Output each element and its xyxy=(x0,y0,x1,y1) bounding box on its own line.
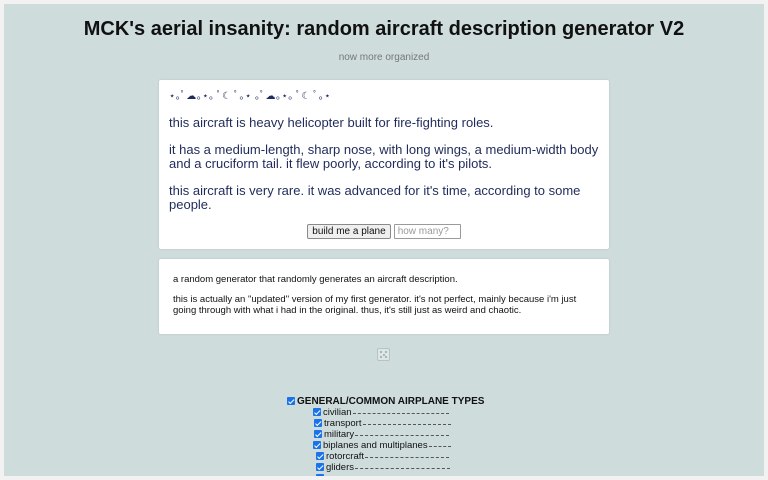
decoration-line: ⋆｡ﾟ☁︎｡⋆｡ ﾟ☾ ﾟ｡⋆ ｡ﾟ☁︎｡⋆｡ ﾟ☾ ﾟ｡⋆ xyxy=(169,91,331,102)
how-many-input[interactable] xyxy=(393,224,461,239)
category-label: civilian xyxy=(323,407,352,418)
build-plane-button[interactable]: build me a plane xyxy=(307,224,391,239)
page-title: MCK's aerial insanity: random aircraft d… xyxy=(83,18,685,40)
dice-pip xyxy=(385,356,387,358)
category-label: transport xyxy=(324,418,362,429)
category-item-military[interactable]: military xyxy=(314,429,450,440)
checkbox-rotorcraft[interactable] xyxy=(316,452,324,460)
checkbox-biplanes[interactable] xyxy=(313,441,321,449)
category-item-biplanes[interactable]: biplanes and multiplanes xyxy=(313,440,451,451)
category-item-cutoff[interactable] xyxy=(316,473,326,476)
checkbox-general-types[interactable] xyxy=(287,397,295,405)
category-label: biplanes and multiplanes xyxy=(323,440,428,451)
info-details: this is actually an "updated" version of… xyxy=(173,294,577,316)
dashed-leader xyxy=(355,462,450,469)
generator-controls: build me a plane xyxy=(159,224,609,239)
category-group-label: GENERAL/COMMON AIRPLANE TYPES xyxy=(297,396,485,407)
info-card: a random generator that randomly generat… xyxy=(159,259,609,334)
generator-card: ⋆｡ﾟ☁︎｡⋆｡ ﾟ☾ ﾟ｡⋆ ｡ﾟ☁︎｡⋆｡ ﾟ☾ ﾟ｡⋆ this airc… xyxy=(159,80,609,249)
checkbox-gliders[interactable] xyxy=(316,463,324,471)
dashed-leader xyxy=(352,407,449,414)
category-item-transport[interactable]: transport xyxy=(314,418,451,429)
description-role: this aircraft is heavy helicopter built … xyxy=(169,115,494,130)
dice-pip xyxy=(382,353,385,356)
dice-icon[interactable] xyxy=(377,348,390,361)
description-rarity: this aircraft is very rare. it was advan… xyxy=(169,182,581,212)
dice-pip xyxy=(380,351,382,353)
category-group[interactable]: GENERAL/COMMON AIRPLANE TYPES xyxy=(287,396,484,407)
checkbox-civilian[interactable] xyxy=(313,408,321,416)
checkbox-transport[interactable] xyxy=(314,419,322,427)
info-summary: a random generator that randomly generat… xyxy=(173,274,458,285)
category-item-rotorcraft[interactable]: rotorcraft xyxy=(316,451,450,462)
dashed-leader xyxy=(428,440,451,447)
description-shape: it has a medium-length, sharp nose, with… xyxy=(169,141,599,171)
page-frame: MCK's aerial insanity: random aircraft d… xyxy=(4,4,764,476)
dashed-leader xyxy=(355,429,450,436)
dashed-leader xyxy=(362,418,451,425)
category-item-gliders[interactable]: gliders xyxy=(316,462,450,473)
category-item-civilian[interactable]: civilian xyxy=(313,407,449,418)
dice-pip xyxy=(380,356,382,358)
checkbox-military[interactable] xyxy=(314,430,322,438)
dashed-leader xyxy=(365,451,450,458)
category-label: rotorcraft xyxy=(326,451,365,462)
page-subtitle: now more organized xyxy=(338,52,430,63)
category-label: military xyxy=(324,429,355,440)
category-label: gliders xyxy=(326,462,354,473)
dice-pip xyxy=(385,351,387,353)
checkbox-cutoff[interactable] xyxy=(316,474,324,476)
